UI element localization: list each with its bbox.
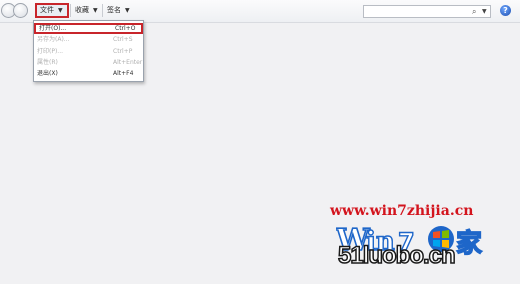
file-menu-button[interactable]: 文件 ▼ [35,3,69,18]
favorites-menu-label: 收藏 [75,6,89,14]
menu-item-shortcut: Alt+F4 [113,70,134,77]
menu-item-label: 打开(O)... [39,25,67,32]
toolbar-divider [70,4,71,17]
signature-menu-label: 签名 [107,6,121,14]
menu-item-exit[interactable]: 退出(X) Alt+F4 [34,68,143,79]
search-icon[interactable]: ⌕ [472,6,476,17]
menu-item-open[interactable]: 打开(O)... Ctrl+O [34,23,143,34]
watermark-site: 51luobo.cn [337,241,456,270]
chevron-down-icon: ▼ [93,7,98,14]
menu-item-label: 属性(R) [37,59,58,66]
svg-text:家: 家 [456,228,482,259]
menu-item-properties[interactable]: 属性(R) Alt+Enter [34,57,143,68]
chevron-down-icon: ▼ [125,7,130,14]
menu-item-label: 退出(X) [37,70,58,77]
menu-item-shortcut: Ctrl+O [115,25,136,32]
menu-item-label: 另存为(A)... [37,36,70,43]
forward-button[interactable] [13,3,28,18]
menu-item-shortcut: Ctrl+S [113,36,133,43]
document-viewer-window: 文件 ▼ 收藏 ▼ 签名 ▼ ⌕ ▼ ? 打开(O)... Ctrl+O 另存为(A)… [0,0,520,284]
menu-item-save-as[interactable]: 另存为(A)... Ctrl+S [34,34,143,45]
menu-item-shortcut: Alt+Enter [113,59,143,66]
chevron-down-icon: ▼ [58,7,63,14]
search-input[interactable] [366,6,462,17]
menu-item-print[interactable]: 打印(P)... Ctrl+P [34,46,143,57]
menu-item-shortcut: Ctrl+P [113,48,133,55]
help-icon[interactable]: ? [500,5,511,16]
menu-item-label: 打印(P)... [37,48,64,55]
signature-menu-button[interactable]: 签名 ▼ [104,3,133,18]
favorites-menu-button[interactable]: 收藏 ▼ [72,3,101,18]
chevron-down-icon[interactable]: ▼ [482,6,487,17]
search-box[interactable]: ⌕ ▼ [363,5,491,18]
watermark-url: www.win7zhijia.cn [330,203,474,219]
toolbar-divider [102,4,103,17]
file-menu-label: 文件 [40,6,54,14]
file-menu-dropdown: 打开(O)... Ctrl+O 另存为(A)... Ctrl+S 打印(P)..… [33,20,144,82]
